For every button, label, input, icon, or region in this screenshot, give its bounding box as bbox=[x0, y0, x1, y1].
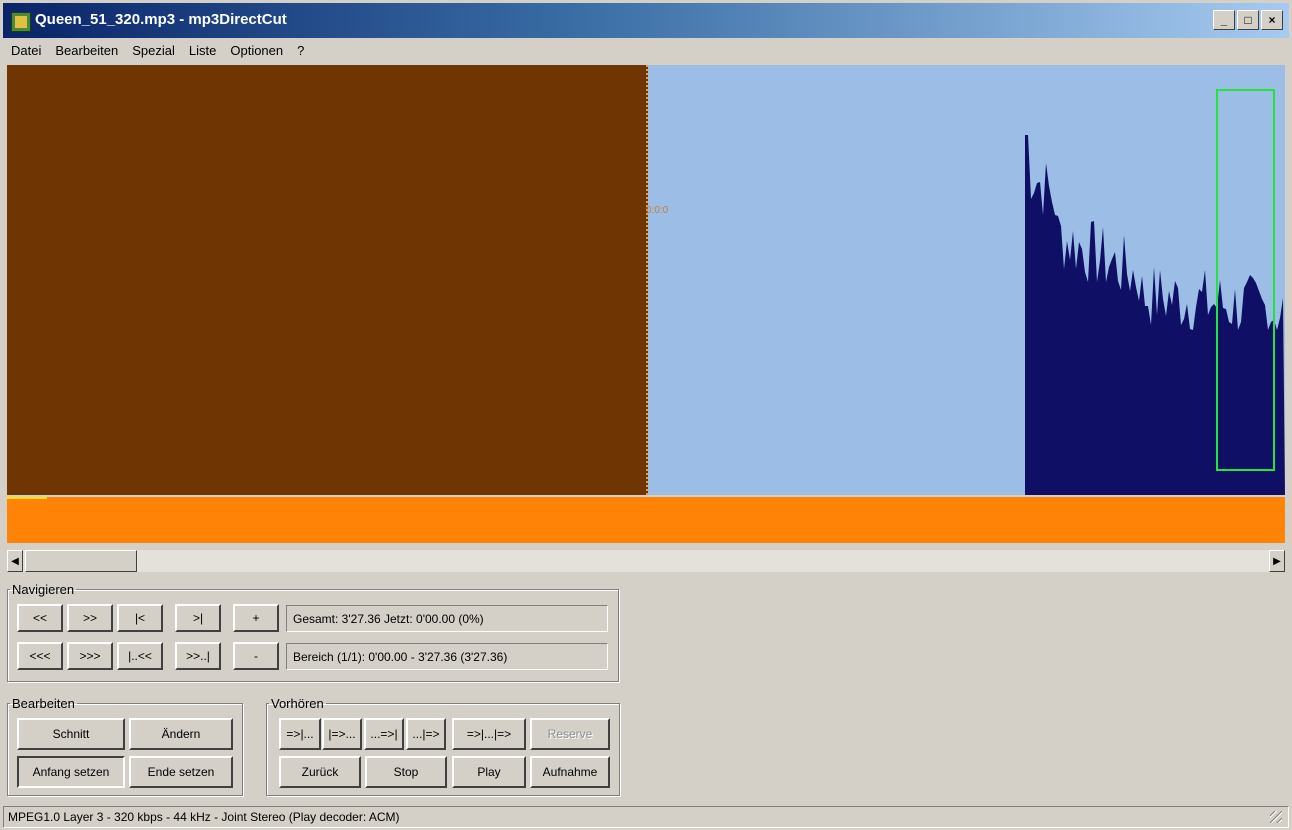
minimize-button[interactable]: _ bbox=[1213, 10, 1235, 30]
range-time-display: Bereich (1/1): 0'00.00 - 3'27.36 (3'27.3… bbox=[286, 643, 608, 670]
menu-datei[interactable]: Datei bbox=[9, 43, 43, 58]
set-start-button[interactable]: Anfang setzen bbox=[17, 756, 125, 788]
menu-liste[interactable]: Liste bbox=[187, 43, 218, 58]
total-time-display: Gesamt: 3'27.36 Jetzt: 0'00.00 (0%) bbox=[286, 605, 608, 632]
status-text: MPEG1.0 Layer 3 - 320 kbps - 44 kHz - Jo… bbox=[8, 810, 400, 824]
scroll-thumb[interactable] bbox=[25, 550, 137, 572]
nav-fast-forward-button[interactable]: >>> bbox=[67, 642, 113, 670]
nav-range-start-button[interactable]: |..<< bbox=[117, 642, 163, 670]
preview-to-end-button[interactable]: ...=>| bbox=[364, 718, 404, 750]
window-title: Queen_51_320.mp3 - mp3DirectCut bbox=[35, 11, 287, 28]
reserve-button[interactable]: Reserve bbox=[530, 718, 610, 750]
menu-help[interactable]: ? bbox=[295, 43, 306, 58]
edit-legend: Bearbeiten bbox=[12, 696, 75, 711]
back-button[interactable]: Zurück bbox=[279, 756, 361, 788]
selection-box[interactable] bbox=[1216, 89, 1275, 471]
close-button[interactable]: × bbox=[1261, 10, 1283, 30]
zoom-in-button[interactable]: + bbox=[233, 604, 279, 632]
menu-bar: Datei Bearbeiten Spezial Liste Optionen … bbox=[3, 38, 1289, 62]
nav-range-end-button[interactable]: >>..| bbox=[175, 642, 221, 670]
preview-from-start-button[interactable]: |=>... bbox=[322, 718, 362, 750]
change-button[interactable]: Ändern bbox=[129, 718, 233, 750]
menu-optionen[interactable]: Optionen bbox=[228, 43, 285, 58]
nav-start-button[interactable]: |< bbox=[117, 604, 163, 632]
menu-bearbeiten[interactable]: Bearbeiten bbox=[53, 43, 120, 58]
play-button[interactable]: Play bbox=[452, 756, 526, 788]
record-button[interactable]: Aufnahme bbox=[530, 756, 610, 788]
app-icon bbox=[11, 12, 31, 32]
stop-button[interactable]: Stop bbox=[365, 756, 447, 788]
scroll-left-icon[interactable]: ◀ bbox=[7, 550, 23, 572]
zoom-out-button[interactable]: - bbox=[233, 642, 279, 670]
preview-from-end-button[interactable]: ...|=> bbox=[406, 718, 446, 750]
waveform-graph bbox=[1025, 135, 1285, 495]
preview-to-start-button[interactable]: =>|... bbox=[279, 718, 321, 750]
nav-forward-button[interactable]: >> bbox=[67, 604, 113, 632]
horizontal-scrollbar[interactable]: ◀ ▶ bbox=[7, 550, 1285, 572]
resize-grip-icon[interactable] bbox=[1270, 811, 1282, 823]
waveform-view[interactable]: 0:0:0 bbox=[7, 65, 1285, 495]
overview-position-marker bbox=[7, 497, 47, 499]
navigate-legend: Navigieren bbox=[12, 582, 75, 597]
overview-bar[interactable] bbox=[7, 497, 1285, 543]
scroll-right-icon[interactable]: ▶ bbox=[1269, 550, 1285, 572]
status-bar: MPEG1.0 Layer 3 - 320 kbps - 44 kHz - Jo… bbox=[3, 806, 1289, 828]
title-bar[interactable]: Queen_51_320.mp3 - mp3DirectCut _ □ × bbox=[0, 0, 1292, 38]
preview-around-button[interactable]: =>|...|=> bbox=[452, 718, 526, 750]
nav-back-button[interactable]: << bbox=[17, 604, 63, 632]
cut-button[interactable]: Schnitt bbox=[17, 718, 125, 750]
preview-legend: Vorhören bbox=[271, 696, 324, 711]
nav-fast-back-button[interactable]: <<< bbox=[17, 642, 63, 670]
maximize-button[interactable]: □ bbox=[1237, 10, 1259, 30]
nav-end-button[interactable]: >| bbox=[175, 604, 221, 632]
menu-spezial[interactable]: Spezial bbox=[130, 43, 177, 58]
set-end-button[interactable]: Ende setzen bbox=[129, 756, 233, 788]
